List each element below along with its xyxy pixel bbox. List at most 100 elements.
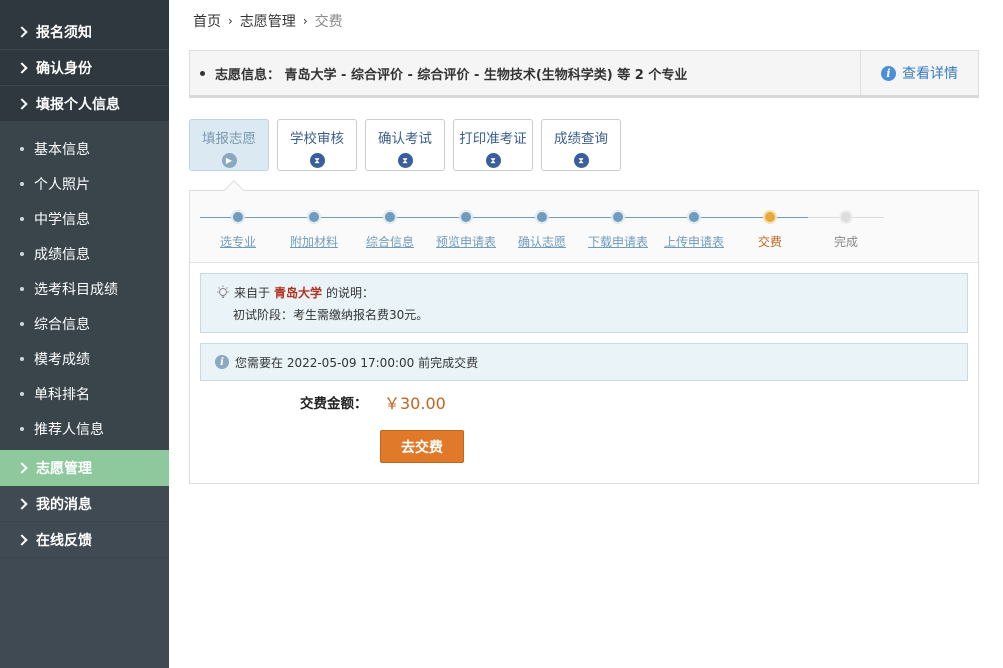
step-node: [535, 210, 549, 224]
step-upload-form[interactable]: 上传申请表: [656, 210, 732, 250]
step-complete: 完成: [808, 210, 884, 250]
tab-label: 学校审核: [290, 131, 344, 147]
step-attachments[interactable]: 附加材料: [276, 210, 352, 250]
tab-label: 填报志愿: [202, 131, 256, 147]
breadcrumb-separator-icon: ›: [302, 14, 308, 28]
step-label[interactable]: 下载申请表: [580, 233, 656, 250]
sidebar-subitem-label: 推荐人信息: [34, 421, 104, 438]
sidebar-item-confirm-identity[interactable]: 确认身份: [0, 50, 169, 86]
tab-school-review[interactable]: 学校审核 ⧗: [277, 119, 357, 171]
sidebar-subitem-label: 中学信息: [34, 211, 90, 228]
step-payment: 交费: [732, 210, 808, 250]
sidebar-item-label: 填报个人信息: [36, 97, 120, 113]
deadline-notice: i 您需要在 2022-05-09 17:00:00 前完成交费: [200, 343, 968, 381]
bullet-dot: [20, 251, 24, 256]
step-download-form[interactable]: 下载申请表: [580, 210, 656, 250]
breadcrumb-current: 交费: [314, 14, 343, 30]
step-node-current: [763, 210, 777, 224]
sidebar-subitem-label: 选考科目成绩: [34, 281, 118, 298]
sidebar-item-application-management[interactable]: 志愿管理: [0, 450, 169, 486]
bullet-dot: [20, 146, 24, 151]
tab-print-admission[interactable]: 打印准考证 ⧗: [453, 119, 533, 171]
view-details-label: 查看详情: [902, 66, 958, 82]
info-icon: i: [215, 355, 229, 369]
step-node: [383, 210, 397, 224]
bullet-dot: [200, 70, 205, 76]
bullet-dot: [20, 321, 24, 326]
sidebar-subitem-mock-exam[interactable]: 模考成绩: [0, 341, 169, 376]
sidebar-subitem-basic-info[interactable]: 基本信息: [0, 131, 169, 166]
step-select-major[interactable]: 选专业: [200, 210, 276, 250]
sidebar-subitem-recommender[interactable]: 推荐人信息: [0, 411, 169, 446]
step-label[interactable]: 附加材料: [276, 233, 352, 250]
sidebar-subitem-elective-grades[interactable]: 选考科目成绩: [0, 271, 169, 306]
sidebar-subitem-photo[interactable]: 个人照片: [0, 166, 169, 201]
notice-prefix: 来自于: [234, 286, 271, 300]
bullet-dot: [20, 181, 24, 186]
sidebar-item-label: 确认身份: [36, 60, 92, 77]
breadcrumb-section[interactable]: 志愿管理: [240, 11, 296, 31]
application-info: 志愿信息： 青岛大学 - 综合评价 - 综合评价 - 生物技术(生物科学类) 等…: [190, 64, 860, 83]
tab-fill-application[interactable]: 填报志愿 ▶: [189, 119, 269, 171]
sidebar-item-messages[interactable]: 我的消息: [0, 486, 169, 522]
process-tabs: 填报志愿 ▶ 学校审核 ⧗ 确认考试 ⧗ 打印准考证 ⧗ 成绩查询 ⧗: [189, 119, 629, 171]
fee-value: ￥30.00: [384, 394, 446, 413]
step-label[interactable]: 确认志愿: [504, 233, 580, 250]
breadcrumb: 首页 › 志愿管理 › 交费: [193, 11, 343, 31]
play-icon: ▶: [221, 153, 237, 168]
step-node: [611, 210, 625, 224]
step-progress: 选专业 附加材料 综合信息 预览申请表 确认志愿 下载申请表 上传申请表 交费 …: [190, 191, 978, 263]
bullet-dot: [20, 426, 24, 431]
sidebar-item-label: 我的消息: [36, 496, 92, 513]
step-label[interactable]: 预览申请表: [428, 233, 504, 250]
chevron-right-icon: [16, 25, 28, 38]
step-node: [459, 210, 473, 224]
step-confirm-application[interactable]: 确认志愿: [504, 210, 580, 250]
university-notice: 来自于 青岛大学 的说明： 初试阶段：考生需缴纳报名费30元。: [200, 273, 968, 333]
bullet-dot: [20, 391, 24, 396]
tab-score-query[interactable]: 成绩查询 ⧗: [541, 119, 621, 171]
sidebar-subitem-high-school[interactable]: 中学信息: [0, 201, 169, 236]
info-icon: i: [881, 65, 896, 81]
step-preview-form[interactable]: 预览申请表: [428, 210, 504, 250]
tab-label: 成绩查询: [554, 131, 608, 147]
sidebar-top-section: 报名须知 确认身份 填报个人信息: [0, 0, 169, 121]
sidebar-subitem-grades[interactable]: 成绩信息: [0, 236, 169, 271]
sidebar-subitem-subject-rank[interactable]: 单科排名: [0, 376, 169, 411]
sidebar-item-personal-info[interactable]: 填报个人信息: [0, 86, 169, 122]
pay-button[interactable]: 去交费: [380, 430, 464, 463]
sidebar-subitem-label: 综合信息: [34, 316, 90, 333]
chevron-right-icon: [16, 462, 28, 474]
tab-label: 打印准考证: [459, 131, 527, 147]
sidebar-item-registration-notice[interactable]: 报名须知: [0, 14, 169, 50]
step-label[interactable]: 上传申请表: [656, 233, 732, 250]
tab-label: 确认考试: [378, 131, 432, 147]
application-info-text: 志愿信息： 青岛大学 - 综合评价 - 综合评价 - 生物技术(生物科学类) 等…: [215, 67, 688, 83]
fee-label: 交费金额：: [300, 396, 368, 412]
sidebar-subitem-label: 基本信息: [34, 141, 90, 158]
tab-confirm-exam[interactable]: 确认考试 ⧗: [365, 119, 445, 171]
view-details-link[interactable]: i 查看详情: [860, 51, 978, 95]
lightbulb-icon: [217, 285, 229, 298]
bullet-dot: [20, 356, 24, 361]
breadcrumb-home[interactable]: 首页: [193, 11, 221, 31]
sidebar-subitem-comprehensive[interactable]: 综合信息: [0, 306, 169, 341]
step-node-todo: [839, 210, 853, 224]
hourglass-icon: ⧗: [573, 153, 589, 168]
bullet-dot: [20, 286, 24, 291]
step-node: [231, 210, 245, 224]
step-label: 交费: [757, 235, 782, 249]
hourglass-icon: ⧗: [397, 153, 413, 168]
sidebar: 报名须知 确认身份 填报个人信息 基本信息 个人照片 中学信息 成绩信息 选考科…: [0, 0, 169, 668]
notice-header: 来自于 青岛大学 的说明：: [215, 284, 967, 301]
sidebar-item-label: 志愿管理: [36, 461, 92, 477]
sidebar-submenu: 基本信息 个人照片 中学信息 成绩信息 选考科目成绩 综合信息 模考成绩 单科排…: [0, 121, 169, 450]
payment-panel: 选专业 附加材料 综合信息 预览申请表 确认志愿 下载申请表 上传申请表 交费 …: [189, 190, 979, 484]
notice-university: 青岛大学: [274, 286, 323, 300]
step-comprehensive-info[interactable]: 综合信息: [352, 210, 428, 250]
notice-suffix: 的说明：: [326, 286, 375, 300]
step-label[interactable]: 综合信息: [352, 233, 428, 250]
chevron-right-icon: [16, 61, 28, 74]
sidebar-item-feedback[interactable]: 在线反馈: [0, 522, 169, 558]
step-label[interactable]: 选专业: [200, 233, 276, 250]
